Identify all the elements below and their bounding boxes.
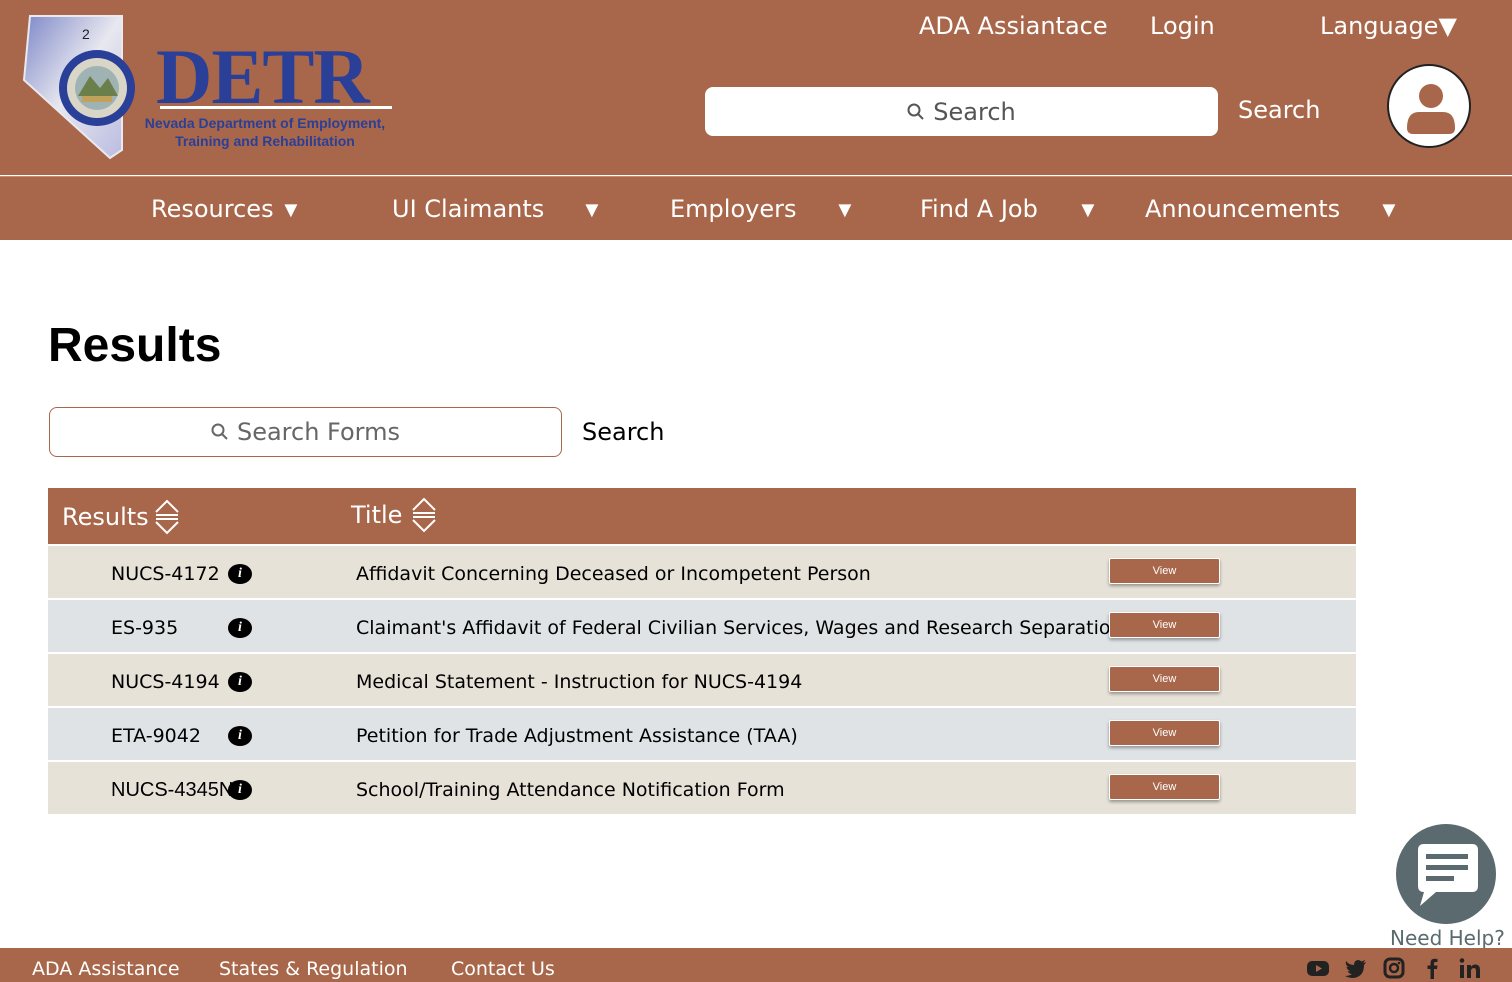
form-id: NUCS-4194 [111,671,220,693]
footer-link-contact-us[interactable]: Contact Us [451,958,555,980]
column-header-results-label: Results [62,503,149,531]
instagram-icon[interactable] [1382,956,1406,980]
logo-subtitle-line-2: Training and Rehabilitation [175,133,355,149]
view-button[interactable]: View [1109,720,1220,746]
chevron-down-icon[interactable]: ▼ [834,197,856,223]
table-row: ES-935 i Claimant's Affidavit of Federal… [48,598,1356,652]
info-icon[interactable]: i [228,618,252,638]
need-help-label: Need Help? [1390,926,1505,950]
info-icon[interactable]: i [228,672,252,692]
chat-bubble-icon[interactable] [1396,824,1496,924]
chevron-down-icon[interactable]: ▼ [1077,197,1099,223]
detr-logo[interactable]: 2 DETR Nevada Department of Employment, … [22,12,392,162]
results-table: Results Title NUCS-4172 i Affidavit Conc… [48,488,1356,814]
sort-icon[interactable] [153,498,181,536]
sort-icon[interactable] [410,496,438,534]
logo-number: 2 [82,26,90,42]
table-row: ETA-9042 i Petition for Trade Adjustment… [48,706,1356,760]
twitter-icon[interactable] [1344,956,1368,980]
forms-search-placeholder: Search Forms [236,418,401,446]
user-avatar[interactable] [1387,64,1471,148]
logo-wordmark: DETR [156,33,370,120]
language-dropdown[interactable]: Language▼ [1320,12,1457,40]
table-row: NUCS-4345N i School/Training Attendance … [48,760,1356,814]
table-row: NUCS-4194 i Medical Statement - Instruct… [48,652,1356,706]
search-icon [907,103,924,120]
ada-assistance-link[interactable]: ADA Assiantace [919,12,1108,40]
form-title: Claimant's Affidavit of Federal Civilian… [356,617,1123,639]
table-header: Results Title [48,488,1356,544]
form-id: ETA-9042 [111,725,201,747]
chevron-down-icon[interactable]: ▼ [581,197,603,223]
info-icon[interactable]: i [228,780,252,800]
linkedin-icon[interactable] [1458,956,1482,980]
logo-subtitle: Nevada Department of Employment, Trainin… [130,114,400,150]
view-button[interactable]: View [1109,774,1220,800]
footer-link-states-regulation[interactable]: States & Regulation [219,958,408,980]
user-icon [1407,84,1455,134]
form-title: Affidavit Concerning Deceased or Incompe… [356,563,871,585]
nav-item-employers[interactable]: Employers [670,195,796,223]
need-help-widget[interactable]: Need Help? [1390,824,1512,954]
logo-subtitle-line-1: Nevada Department of Employment, [144,115,386,131]
column-header-title-label: Title [351,501,403,529]
form-id: ES-935 [111,617,179,639]
nav-item-resources[interactable]: Resources [151,195,274,223]
nav-item-ui-claimants[interactable]: UI Claimants [392,195,544,223]
forms-search-input[interactable]: Search Forms [49,407,562,457]
header-search-placeholder: Search [933,97,1016,126]
column-header-results[interactable]: Results [62,498,181,536]
form-title: School/Training Attendance Notification … [356,779,785,801]
view-button[interactable]: View [1109,558,1220,584]
view-button[interactable]: View [1109,666,1220,692]
nav-item-announcements[interactable]: Announcements [1145,195,1340,223]
chevron-down-icon[interactable]: ▼ [1378,197,1400,223]
form-title: Petition for Trade Adjustment Assistance… [356,725,798,747]
nav-item-find-a-job[interactable]: Find A Job [920,195,1038,223]
view-button[interactable]: View [1109,612,1220,638]
site-header: 2 DETR Nevada Department of Employment, … [0,0,1512,175]
youtube-icon[interactable] [1306,956,1330,980]
site-footer: ADA Assistance States & Regulation Conta… [0,948,1512,982]
login-link[interactable]: Login [1150,12,1215,40]
form-title: Medical Statement - Instruction for NUCS… [356,671,803,693]
logo-divider [160,106,392,109]
chevron-down-icon[interactable]: ▼ [280,197,302,223]
main-nav: Resources ▼ UI Claimants ▼ Employers ▼ F… [0,176,1512,240]
table-row: NUCS-4172 i Affidavit Concerning Decease… [48,544,1356,598]
header-search-input[interactable]: Search [705,87,1218,136]
info-icon[interactable]: i [228,564,252,584]
form-id: NUCS-4172 [111,563,220,585]
form-id: NUCS-4345N [111,779,234,801]
forms-search-button[interactable]: Search [582,418,664,446]
facebook-icon[interactable] [1420,956,1444,980]
footer-link-ada-assistance[interactable]: ADA Assistance [32,958,180,980]
info-icon[interactable]: i [228,726,252,746]
header-search-button[interactable]: Search [1238,96,1320,124]
search-icon [211,423,228,440]
column-header-title[interactable]: Title [351,496,438,534]
page-title: Results [48,319,222,372]
